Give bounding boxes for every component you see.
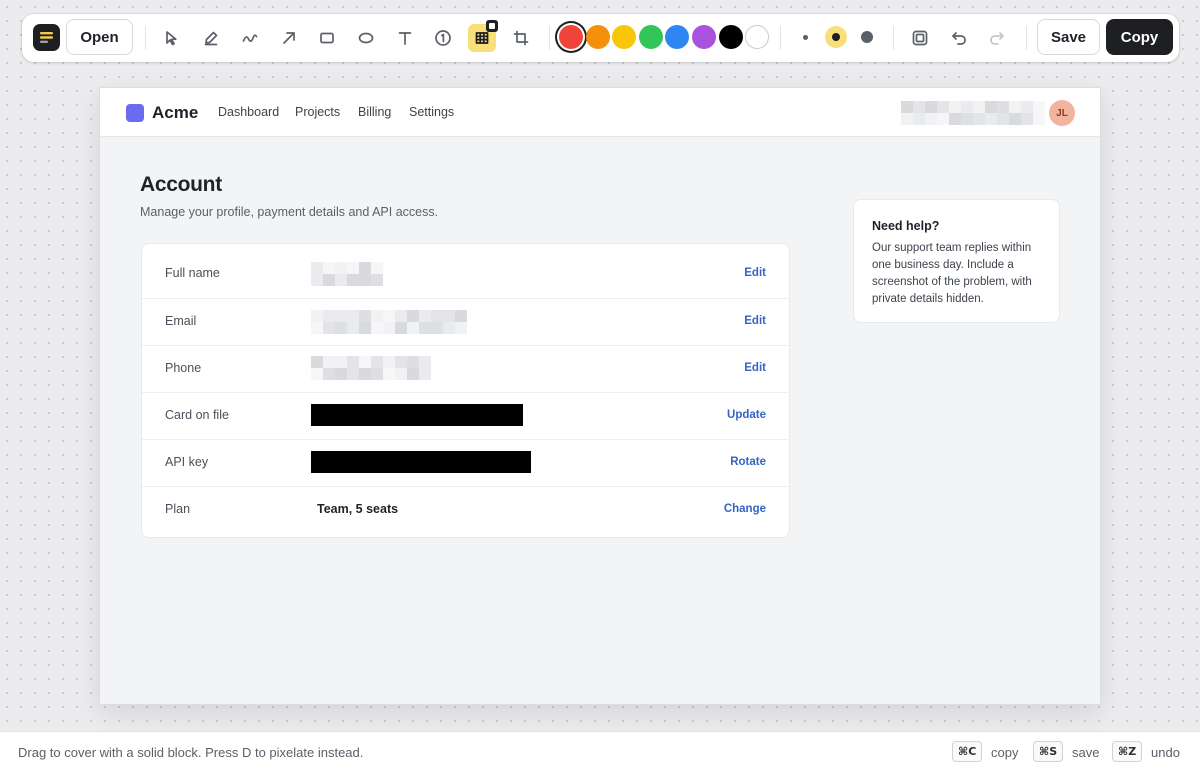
select-tool-icon[interactable] [158, 24, 186, 52]
active-tool-badge [486, 20, 498, 32]
rectangle-tool-icon[interactable] [313, 24, 341, 52]
edit-phone-link[interactable]: Edit [744, 345, 766, 392]
toolbar-divider [1026, 26, 1027, 50]
status-hint: Drag to cover with a solid block. Press … [18, 745, 364, 760]
screenshot-canvas[interactable]: Acme Dashboard Projects Billing Settings… [99, 87, 1101, 705]
annotation-toolbar: Open Save Copy [22, 14, 1179, 62]
toolbar-divider [145, 26, 146, 50]
pixelated-email [311, 310, 467, 334]
color-swatch[interactable] [638, 25, 663, 49]
change-plan-link[interactable]: Change [724, 486, 766, 533]
redaction-block-api-key[interactable] [311, 451, 531, 473]
nav-link-settings[interactable]: Settings [409, 105, 454, 119]
shortcut-key-undo: ⌘Z [1112, 741, 1143, 762]
step-number-tool-icon[interactable] [429, 24, 457, 52]
row-label-plan: Plan [165, 502, 191, 516]
help-body: Our support team replies within one busi… [872, 242, 1032, 305]
edit-email-link[interactable]: Edit [744, 298, 766, 345]
crop-tool-icon[interactable] [507, 24, 535, 52]
shortcut-label-copy: copy [991, 745, 1019, 760]
color-swatch[interactable] [559, 25, 583, 49]
page-title: Account [140, 173, 222, 196]
avatar[interactable]: JL [1049, 100, 1075, 126]
status-bar: Drag to cover with a solid block. Press … [0, 731, 1200, 773]
app-header: Acme Dashboard Projects Billing Settings… [100, 88, 1100, 137]
nav-link-billing[interactable]: Billing [358, 105, 391, 119]
brand-name: Acme [152, 103, 199, 122]
rotate-api-key-link[interactable]: Rotate [730, 439, 766, 486]
pixelate-tool-icon[interactable] [468, 20, 498, 52]
shortcut-key-copy: ⌘C [952, 741, 983, 762]
undo-icon[interactable] [945, 24, 973, 52]
table-row: Email Edit [142, 298, 789, 345]
shortcut-label-undo: undo [1151, 745, 1180, 760]
pixelated-username [901, 101, 1045, 125]
stroke-size-large[interactable] [856, 26, 878, 48]
color-swatch[interactable] [745, 25, 770, 49]
stroke-size-small[interactable] [794, 26, 816, 48]
stroke-size-medium[interactable] [825, 26, 847, 48]
color-swatch[interactable] [692, 25, 716, 49]
medium-dot-icon [832, 33, 840, 41]
table-row: Full name Edit [142, 250, 789, 297]
frame-icon[interactable] [906, 24, 934, 52]
highlighter-tool-icon[interactable] [197, 24, 225, 52]
toolbar-divider [549, 26, 550, 50]
small-dot-icon [802, 34, 808, 40]
pixelated-phone [311, 356, 431, 380]
freehand-tool-icon[interactable] [236, 24, 264, 52]
row-label-card-on-file: Card on file [165, 408, 229, 422]
nav-link-projects[interactable]: Projects [295, 105, 340, 119]
page-subtitle: Manage your profile, payment details and… [140, 205, 439, 219]
pixelated-full-name [311, 262, 383, 286]
toolbar-divider [893, 26, 894, 50]
plan-value: Team, 5 seats [317, 502, 399, 516]
ellipse-tool-icon[interactable] [352, 24, 380, 52]
row-label-api-key: API key [165, 455, 209, 469]
table-row: Phone Edit [142, 345, 789, 392]
color-swatch[interactable] [585, 25, 610, 49]
save-button[interactable]: Save [1037, 19, 1100, 55]
text-tool-icon[interactable] [391, 24, 419, 52]
color-swatch[interactable] [612, 25, 637, 49]
table-row: Plan Team, 5 seats Change [142, 486, 789, 533]
help-title: Need help? [872, 219, 940, 233]
row-label-phone: Phone [165, 361, 202, 375]
large-dot-icon [861, 31, 873, 43]
open-button[interactable]: Open [66, 19, 133, 55]
nav-link-dashboard[interactable]: Dashboard [218, 105, 279, 119]
arrow-tool-icon[interactable] [275, 24, 303, 52]
color-swatch[interactable] [718, 25, 743, 49]
row-label-email: Email [165, 314, 197, 328]
app-logo-icon [33, 24, 60, 51]
help-card: Need help? Our support team replies with… [853, 199, 1060, 323]
redo-icon[interactable] [983, 24, 1011, 52]
table-row: API key Rotate [142, 439, 789, 486]
toolbar-divider [780, 26, 781, 50]
brand-logo-icon [126, 104, 144, 122]
update-card-link[interactable]: Update [727, 392, 766, 439]
copy-button[interactable]: Copy [1106, 19, 1173, 55]
shortcut-label-save: save [1072, 745, 1100, 760]
color-swatch[interactable] [665, 25, 690, 49]
redaction-block-card[interactable] [311, 404, 523, 426]
row-label-full-name: Full name [165, 266, 220, 280]
account-details-card: Full name Edit Email Edit Phone Edit Car… [141, 243, 790, 538]
edit-full-name-link[interactable]: Edit [744, 250, 766, 297]
shortcut-key-save: ⌘S [1033, 741, 1064, 762]
table-row: Card on file Update [142, 392, 789, 439]
